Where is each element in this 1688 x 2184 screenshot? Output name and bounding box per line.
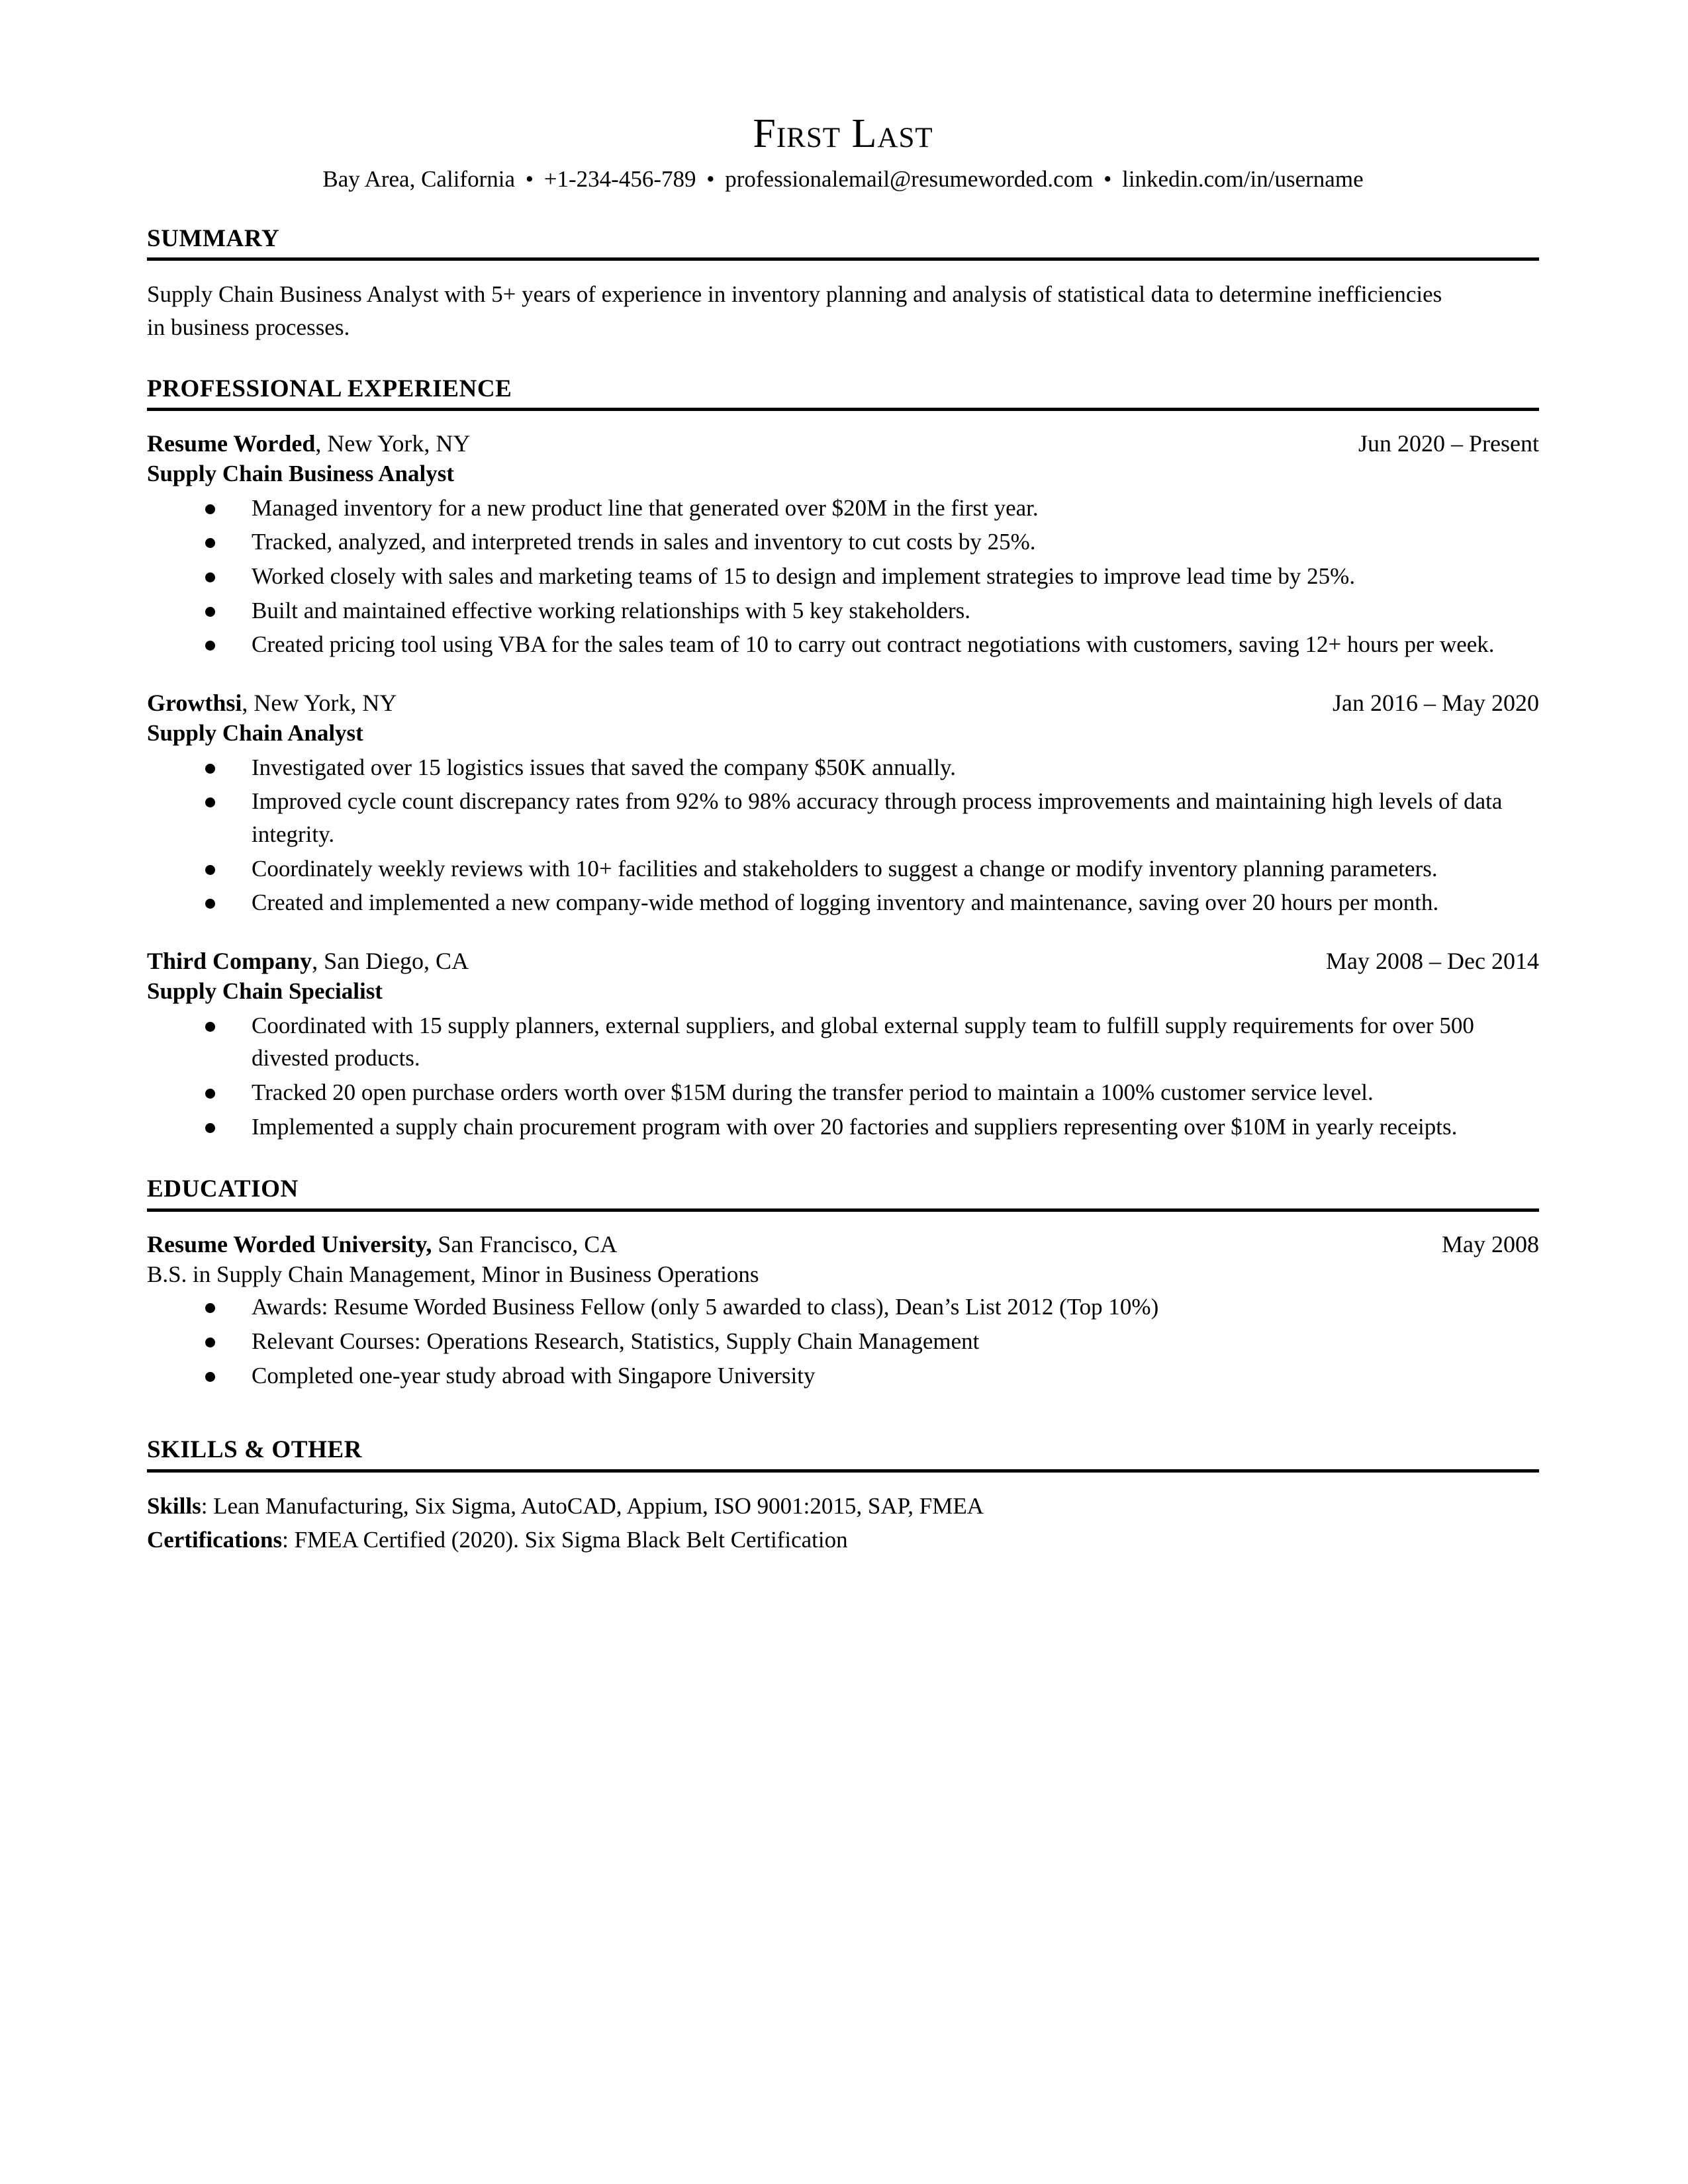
experience-bullet: Tracked 20 open purchase orders worth ov… [147,1076,1529,1109]
resume-page: First Last Bay Area, California • +1-234… [0,0,1688,2184]
resume-header: First Last Bay Area, California • +1-234… [147,111,1539,194]
section-title-experience: PROFESSIONAL EXPERIENCE [147,375,512,402]
education-bullet: Relevant Courses: Operations Research, S… [147,1325,1529,1358]
education-bullet: Completed one-year study abroad with Sin… [147,1359,1529,1392]
experience-bullet: Tracked, analyzed, and interpreted trend… [147,525,1529,559]
experience-entry-header: Resume Worded, New York, NY Jun 2020 – P… [147,428,1539,459]
section-divider [147,408,1539,411]
education-degree: B.S. in Supply Chain Management, Minor i… [147,1261,759,1287]
experience-bullet: Worked closely with sales and marketing … [147,560,1529,593]
contact-linkedin[interactable]: linkedin.com/in/username [1122,166,1364,192]
experience-dates: May 2008 – Dec 2014 [1326,948,1539,975]
experience-location: , New York, NY [315,430,471,457]
experience-entry: Resume Worded, New York, NY Jun 2020 – P… [147,428,1539,661]
section-divider [147,257,1539,261]
experience-org-line: Resume Worded, New York, NY [147,428,470,459]
experience-org-line: Third Company, San Diego, CA [147,946,469,976]
experience-bullet: Improved cycle count discrepancy rates f… [147,785,1529,850]
section-divider [147,1469,1539,1473]
experience-entry: Third Company, San Diego, CA May 2008 – … [147,946,1539,1143]
contact-phone: +1-234-456-789 [543,166,696,193]
experience-job-title: Supply Chain Specialist [147,978,383,1005]
experience-bullet: Coordinately weekly reviews with 10+ fac… [147,852,1529,886]
section-title-summary: SUMMARY [147,224,280,252]
experience-bullet: Built and maintained effective working r… [147,594,1529,627]
skills-value: : Lean Manufacturing, Six Sigma, AutoCAD… [201,1492,984,1519]
experience-org-line: Growthsi, New York, NY [147,688,397,718]
bullet-separator-icon: • [1103,166,1112,193]
education-date: May 2008 [1442,1230,1539,1257]
bullet-separator-icon: • [525,166,534,193]
experience-entry: Growthsi, New York, NY Jan 2016 – May 20… [147,688,1539,919]
contact-line: Bay Area, California • +1-234-456-789 • … [147,165,1539,194]
certifications-value: : FMEA Certified (2020). Six Sigma Black… [282,1527,848,1553]
section-professional-experience: PROFESSIONAL EXPERIENCE Resume Worded, N… [147,375,1539,1144]
experience-company: Resume Worded [147,430,316,457]
experience-location: , San Diego, CA [312,948,469,975]
experience-bullet: Implemented a supply chain procurement p… [147,1111,1529,1144]
experience-bullet: Managed inventory for a new product line… [147,492,1529,525]
education-entry-header: Resume Worded University, San Francisco,… [147,1229,1539,1259]
experience-bullet-list: Coordinated with 15 supply planners, ext… [147,1009,1539,1144]
section-title-education: EDUCATION [147,1175,299,1203]
experience-bullet-list: Managed inventory for a new product line… [147,492,1539,661]
contact-location: Bay Area, California [322,166,515,193]
experience-entry-header: Growthsi, New York, NY Jan 2016 – May 20… [147,688,1539,718]
experience-bullet: Created and implemented a new company-wi… [147,886,1529,919]
experience-bullet: Created pricing tool using VBA for the s… [147,628,1529,661]
experience-dates: Jun 2020 – Present [1358,430,1539,457]
education-bullet-list: Awards: Resume Worded Business Fellow (o… [147,1291,1539,1392]
experience-entry-header: Third Company, San Diego, CA May 2008 – … [147,946,1539,976]
bullet-separator-icon: • [706,166,715,193]
certifications-line: Certifications: FMEA Certified (2020). S… [147,1524,1539,1557]
section-summary: SUMMARY Supply Chain Business Analyst wi… [147,224,1539,344]
candidate-name: First Last [753,111,933,156]
section-title-skills: SKILLS & OTHER [147,1436,363,1464]
experience-bullet-list: Investigated over 15 logistics issues th… [147,751,1539,919]
education-school: Resume Worded University, [147,1230,432,1257]
skills-label: Skills [147,1492,201,1519]
experience-bullet: Coordinated with 15 supply planners, ext… [147,1009,1529,1075]
education-location: San Francisco, CA [432,1230,618,1257]
experience-job-title: Supply Chain Business Analyst [147,461,454,487]
section-education: EDUCATION Resume Worded University, San … [147,1175,1539,1392]
section-divider [147,1208,1539,1212]
contact-email[interactable]: professionalemail@resumeworded.com [725,166,1093,192]
experience-dates: Jan 2016 – May 2020 [1333,690,1539,717]
experience-company: Growthsi [147,690,242,717]
section-skills-other: SKILLS & OTHER Skills: Lean Manufacturin… [147,1435,1539,1557]
experience-company: Third Company [147,948,312,975]
experience-job-title: Supply Chain Analyst [147,720,363,747]
certifications-label: Certifications [147,1527,283,1553]
summary-paragraph: Supply Chain Business Analyst with 5+ ye… [147,281,1442,340]
education-bullet: Awards: Resume Worded Business Fellow (o… [147,1291,1529,1324]
skills-line: Skills: Lean Manufacturing, Six Sigma, A… [147,1490,1539,1523]
experience-location: , New York, NY [242,690,397,717]
education-entry: Resume Worded University, San Francisco,… [147,1229,1539,1392]
education-org-line: Resume Worded University, San Francisco,… [147,1229,617,1259]
experience-bullet: Investigated over 15 logistics issues th… [147,751,1529,784]
